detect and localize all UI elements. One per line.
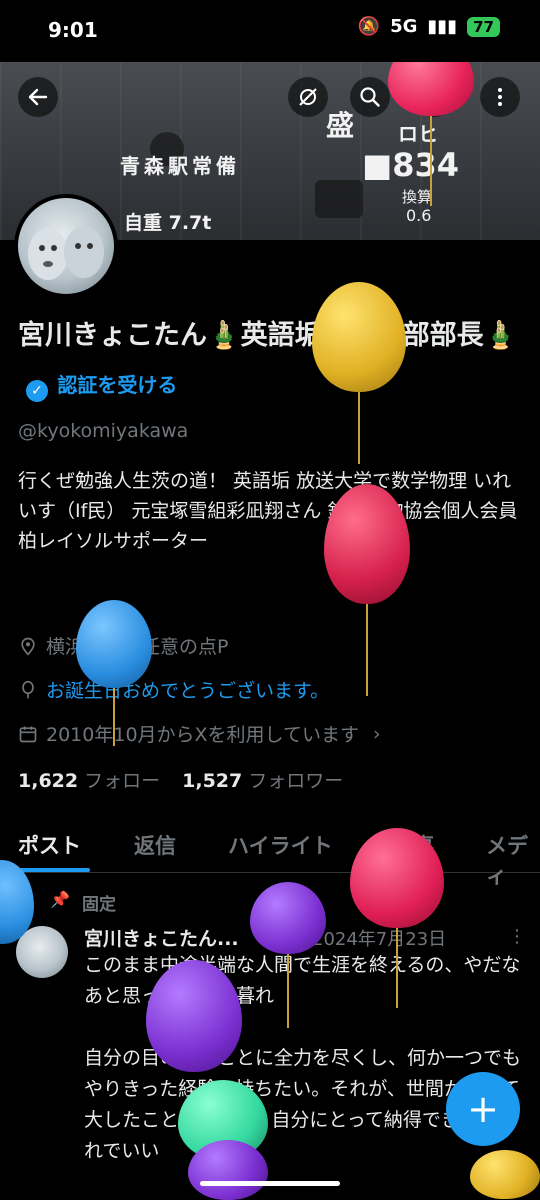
post-more-icon[interactable]: ⋮ — [508, 926, 526, 947]
banner-conversion-value: 0.6 — [406, 206, 432, 225]
profile-bio: 行くぜ勉強人生茨の道！ 英語垢 放送大学で数学物理 いれいす（If民） 元宝塚雪… — [18, 470, 518, 552]
pin-icon: 📌 — [50, 890, 70, 909]
profile-display-name: 宮川きょこたん🎍英語垢捨て活部部長🎍 ✓ 認証を受ける — [18, 312, 518, 409]
balloon — [350, 828, 444, 1008]
compose-post-button[interactable]: + — [446, 1072, 520, 1146]
search-button[interactable] — [350, 77, 390, 117]
post-date: 2024年7月23日 — [312, 929, 447, 950]
status-time: 9:01 — [48, 18, 98, 42]
tab-replies[interactable]: 返信 — [134, 830, 176, 860]
network-label: 5G — [390, 16, 418, 37]
followers-label: フォロワー — [248, 770, 344, 792]
profile-avatar[interactable] — [14, 194, 118, 298]
balloon — [146, 960, 242, 1072]
pinned-label: 固定 — [82, 895, 116, 915]
tab-media[interactable]: メディ — [486, 830, 540, 890]
post-author-name[interactable]: 宮川きょこたん... — [84, 924, 239, 951]
balloon — [250, 882, 326, 1028]
profile-handle: @kyokomiyakawa — [18, 420, 189, 442]
balloon — [76, 600, 152, 746]
back-arrow-icon — [28, 88, 48, 106]
followers-count: 1,527 — [182, 770, 243, 792]
more-icon — [498, 88, 502, 106]
tab-posts[interactable]: ポスト — [18, 830, 81, 860]
no-sync-icon — [299, 88, 317, 106]
banner-panel — [315, 180, 363, 218]
profile-tabs: ポスト 返信 ハイライト 記事 メディ — [0, 820, 540, 888]
verified-badge-icon: ✓ — [26, 380, 48, 402]
balloon — [0, 860, 34, 944]
following-label: フォロー — [84, 770, 161, 792]
search-icon — [360, 87, 380, 107]
avatar-seal-image — [28, 226, 104, 280]
status-icons: 🔕 5G ▮▮▮ 77 — [358, 16, 500, 37]
more-button[interactable] — [480, 77, 520, 117]
banner-small-text: ロヒ — [398, 122, 438, 146]
location-pin-icon — [21, 637, 35, 656]
following-count: 1,622 — [18, 770, 79, 792]
battery-indicator: 77 — [467, 16, 500, 37]
display-name-text: 宮川きょこたん🎍英語垢捨て活部部長🎍 — [18, 320, 518, 351]
plus-icon: + — [467, 1087, 499, 1131]
birthday-row: お誕生日おめでとうございます。 — [18, 676, 329, 703]
follow-stats: 1,622 フォロー 1,527 フォロワー — [18, 766, 343, 793]
following-link[interactable]: 1,622 フォロー — [18, 766, 160, 793]
chevron-right-icon: › — [372, 722, 381, 745]
sync-off-button[interactable] — [288, 77, 328, 117]
banner-emblem: 盛 — [326, 109, 355, 142]
tab-highlights[interactable]: ハイライト — [228, 830, 333, 860]
mute-icon: 🔕 — [357, 16, 381, 37]
get-verified-link[interactable]: 認証を受ける — [57, 373, 177, 397]
joined-row[interactable]: 2010年10月からXを利用しています › — [18, 720, 381, 747]
status-bar: 9:01 🔕 5G ▮▮▮ 77 — [0, 0, 540, 62]
banner-station-text: 青森駅常備 — [120, 154, 240, 178]
back-button[interactable] — [18, 77, 58, 117]
balloon — [188, 1140, 268, 1200]
balloon — [324, 484, 410, 696]
banner-number: ■834 — [362, 146, 460, 184]
calendar-icon — [19, 726, 37, 742]
joined-text: 2010年10月からXを利用しています — [46, 724, 359, 746]
balloon — [312, 282, 406, 464]
banner-conversion-label: 換算 — [402, 188, 433, 206]
home-indicator[interactable] — [200, 1181, 340, 1186]
followers-link[interactable]: 1,527 フォロワー — [182, 766, 343, 793]
banner-weight-text: 自重 7.7t — [124, 212, 212, 234]
balloon — [470, 1150, 540, 1199]
signal-icon: ▮▮▮ — [427, 16, 458, 37]
birthday-balloon-icon — [22, 680, 34, 698]
